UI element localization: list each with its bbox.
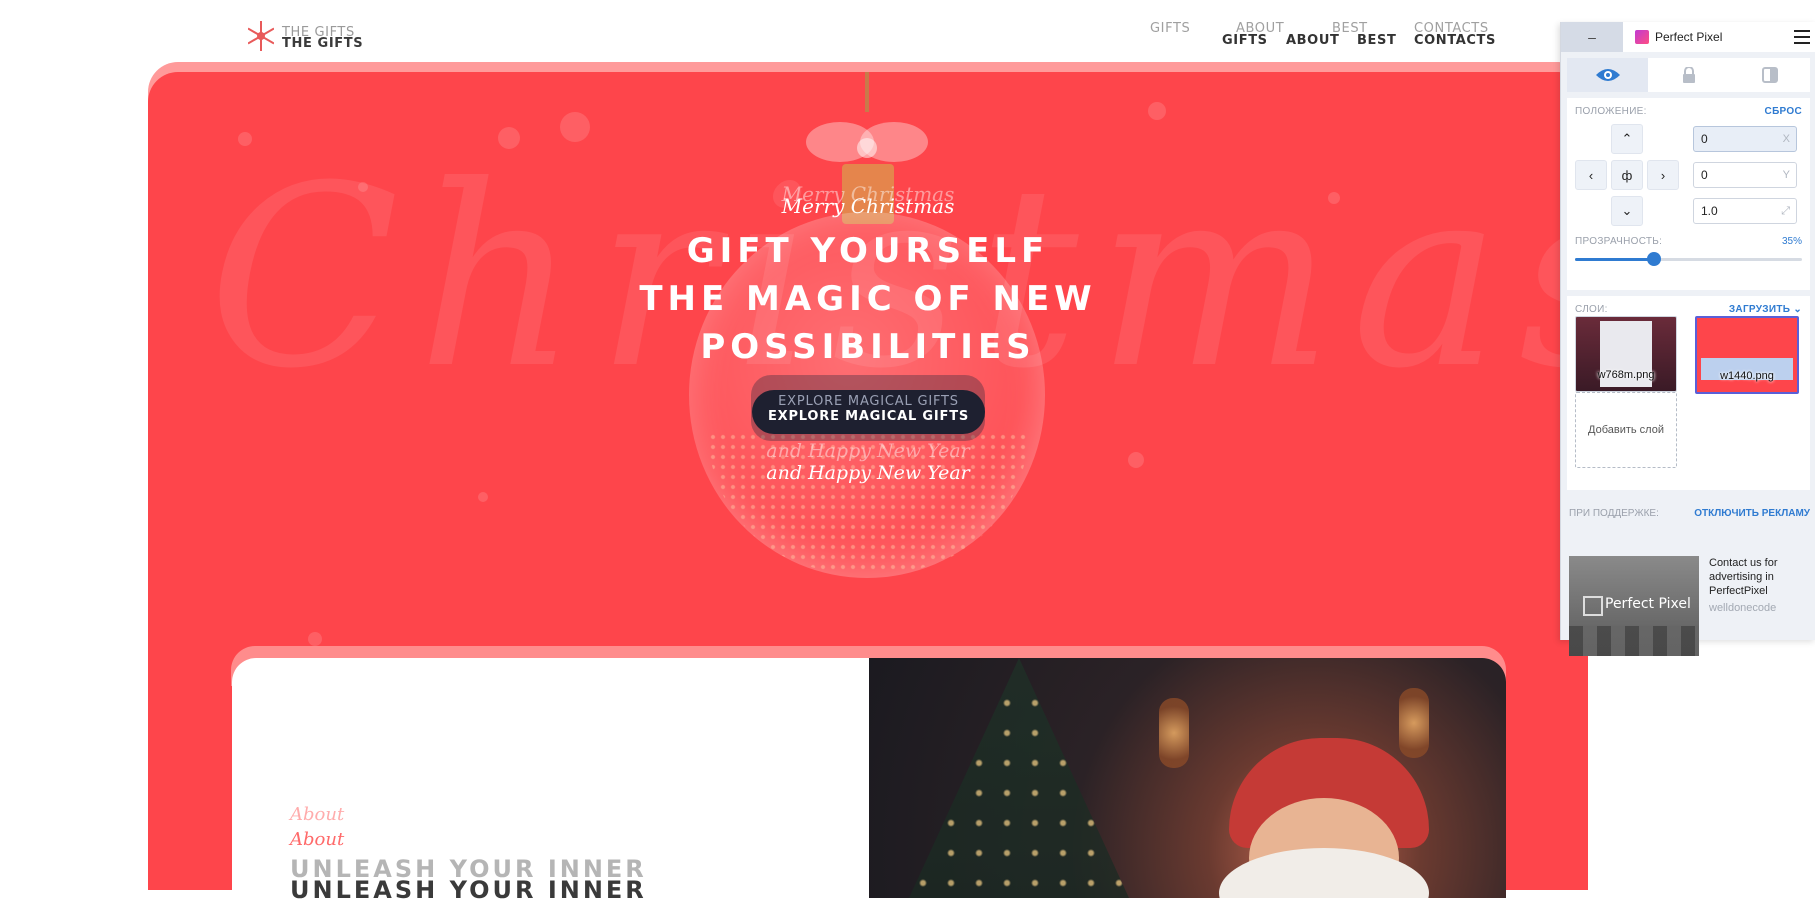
cta-label: EXPLORE MAGICAL GIFTS	[767, 409, 970, 424]
nav-contacts[interactable]: CONTACTS	[1414, 33, 1496, 48]
center-button[interactable]: ф	[1611, 160, 1643, 190]
logo[interactable]: THE GIFTS THE GIFTS	[248, 18, 372, 54]
happy-new-year: and Happy New Year	[766, 462, 970, 484]
about-label: About	[290, 829, 345, 850]
nav-about[interactable]: ABOUT	[1286, 33, 1339, 48]
lamp	[1159, 698, 1189, 768]
ad-image[interactable]: Perfect Pixel	[1569, 556, 1699, 656]
bokeh	[308, 632, 322, 646]
x-value: 0	[1701, 132, 1708, 146]
snowflake-logo-icon	[248, 21, 274, 51]
scale-value: 1.0	[1701, 204, 1718, 218]
scale-input[interactable]: 1.0 ⤢	[1693, 198, 1797, 224]
hero-headline-line-2: THE MAGIC OF NEW	[639, 279, 1097, 319]
logo-text: THE GIFTS	[282, 36, 364, 51]
tab-invert[interactable]	[1729, 58, 1810, 92]
opacity-label: ПРОЗРАЧНОСТЬ:	[1575, 236, 1663, 247]
pp-brand: Perfect Pixel	[1635, 30, 1722, 44]
about-label-ghost: About	[290, 804, 345, 825]
opacity-slider[interactable]	[1575, 252, 1802, 266]
ad-text[interactable]: Contact us for advertising in PerfectPix…	[1709, 556, 1809, 598]
upload-button[interactable]: ЗАГРУЗИТЬ ⌄	[1729, 304, 1802, 315]
cta-label-ghost: EXPLORE MAGICAL GIFTS	[778, 394, 959, 409]
ad-sub: welldonecode	[1709, 602, 1777, 614]
lamp	[1399, 688, 1429, 758]
x-suffix: X	[1782, 133, 1790, 145]
layer-thumb-w1440[interactable]: w1440.png	[1695, 316, 1799, 394]
about-heading: UNLEASH YOUR INNER	[290, 876, 647, 904]
layer-thumb-w768m[interactable]: w768m.png	[1575, 316, 1677, 392]
hero-headline-line-1: GIFT YOURSELF	[686, 231, 1050, 271]
move-right-button[interactable]: ›	[1647, 160, 1679, 190]
eye-icon	[1595, 69, 1620, 81]
pp-brand-label: Perfect Pixel	[1655, 30, 1723, 44]
santa-image	[869, 658, 1506, 898]
main-nav: GIFTS ABOUT BEST CONTACTS GIFTS ABOUT BE…	[1150, 20, 1495, 52]
lock-icon	[1682, 67, 1695, 83]
nav-gifts-ghost: GIFTS	[1150, 21, 1191, 36]
opacity-value: 35%	[1781, 236, 1802, 247]
tab-visibility[interactable]	[1567, 58, 1648, 92]
move-down-button[interactable]: ⌄	[1611, 196, 1643, 226]
disable-ads-link[interactable]: ОТКЛЮЧИТЬ РЕКЛАМУ	[1694, 508, 1810, 519]
christmas-tree	[909, 658, 1129, 898]
reset-button[interactable]: СБРОС	[1765, 106, 1802, 117]
hamburger-menu-icon[interactable]	[1794, 30, 1810, 44]
perfect-pixel-ad-icon	[1583, 596, 1603, 616]
layer-name: w768m.png	[1597, 369, 1655, 381]
minimize-button[interactable]: –	[1561, 22, 1623, 52]
x-input[interactable]: 0 X	[1693, 126, 1797, 152]
add-layer-button[interactable]: Добавить слой	[1575, 392, 1677, 468]
bokeh	[478, 492, 488, 502]
hero-headline-line-3: POSSIBILITIES	[700, 327, 1036, 367]
happy-new-year-ghost: and Happy New Year	[766, 440, 970, 462]
nav-best[interactable]: BEST	[1357, 33, 1396, 48]
ad-image-text: Perfect Pixel	[1605, 596, 1691, 612]
resize-icon: ⤢	[1781, 205, 1790, 217]
opacity-slider-fill	[1575, 258, 1655, 261]
nav-gifts[interactable]: GIFTS	[1222, 33, 1268, 48]
bokeh	[1148, 102, 1166, 120]
perfect-pixel-logo-icon	[1635, 30, 1649, 44]
opacity-slider-knob[interactable]	[1647, 252, 1662, 266]
y-suffix: Y	[1782, 169, 1790, 181]
ad-pixel-pattern	[1569, 626, 1699, 656]
merry-christmas: Merry Christmas	[781, 194, 955, 218]
layer-name: w1440.png	[1720, 370, 1774, 382]
move-up-button[interactable]: ⌃	[1611, 124, 1643, 154]
support-label: ПРИ ПОДДЕРЖКЕ:	[1569, 508, 1659, 519]
invert-icon	[1761, 67, 1778, 83]
y-value: 0	[1701, 168, 1708, 182]
move-left-button[interactable]: ‹	[1575, 160, 1607, 190]
perfect-pixel-panel: – Perfect Pixel ПОЛОЖЕНИЕ: СБРОС ⌃ ‹ ф ›…	[1560, 22, 1815, 656]
upload-label: ЗАГРУЗИТЬ	[1728, 304, 1791, 315]
tab-lock[interactable]	[1648, 58, 1729, 92]
y-input[interactable]: 0 Y	[1693, 162, 1797, 188]
